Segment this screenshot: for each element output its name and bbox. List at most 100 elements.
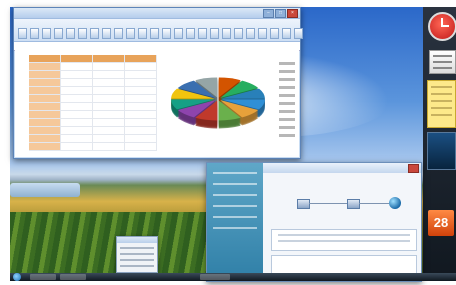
- tool-button[interactable]: [114, 28, 123, 39]
- tool-button[interactable]: [18, 28, 27, 39]
- tool-button[interactable]: [270, 28, 279, 39]
- minimize-button[interactable]: −: [263, 9, 274, 18]
- table-cell[interactable]: [125, 79, 157, 86]
- table-row: [29, 127, 157, 135]
- table-cell[interactable]: [29, 127, 61, 134]
- table-cell[interactable]: [61, 95, 93, 102]
- mini-window-gadget[interactable]: [429, 50, 456, 74]
- tool-button[interactable]: [138, 28, 147, 39]
- tool-button[interactable]: [78, 28, 87, 39]
- table-cell[interactable]: [125, 95, 157, 102]
- slideshow-gadget[interactable]: [427, 132, 456, 170]
- tool-button[interactable]: [30, 28, 39, 39]
- table-cell[interactable]: [29, 87, 61, 94]
- header-cell[interactable]: [93, 55, 125, 62]
- table-cell[interactable]: [93, 135, 125, 142]
- file-list-window[interactable]: [116, 236, 158, 273]
- table-cell[interactable]: [125, 87, 157, 94]
- task-link[interactable]: [213, 172, 257, 174]
- tool-button[interactable]: [162, 28, 171, 39]
- tool-button[interactable]: [42, 28, 51, 39]
- data-table[interactable]: [29, 55, 157, 151]
- tool-button[interactable]: [126, 28, 135, 39]
- task-link[interactable]: [213, 183, 257, 185]
- table-cell[interactable]: [125, 143, 157, 150]
- tool-button[interactable]: [198, 28, 207, 39]
- tool-button[interactable]: [258, 28, 267, 39]
- table-cell[interactable]: [93, 103, 125, 110]
- task-link[interactable]: [213, 216, 257, 218]
- tool-button[interactable]: [54, 28, 63, 39]
- table-cell[interactable]: [61, 103, 93, 110]
- table-cell[interactable]: [61, 143, 93, 150]
- maximize-button[interactable]: □: [275, 9, 286, 18]
- table-cell[interactable]: [93, 79, 125, 86]
- table-cell[interactable]: [29, 143, 61, 150]
- table-cell[interactable]: [29, 95, 61, 102]
- taskbar-button[interactable]: [30, 274, 56, 280]
- table-cell[interactable]: [61, 87, 93, 94]
- table-cell[interactable]: [29, 111, 61, 118]
- tool-button[interactable]: [66, 28, 75, 39]
- tool-button[interactable]: [222, 28, 231, 39]
- table-cell[interactable]: [61, 63, 93, 70]
- table-cell[interactable]: [29, 71, 61, 78]
- tool-button[interactable]: [282, 28, 291, 39]
- task-link[interactable]: [213, 194, 257, 196]
- table-cell[interactable]: [93, 127, 125, 134]
- tool-button[interactable]: [90, 28, 99, 39]
- table-cell[interactable]: [93, 87, 125, 94]
- table-cell[interactable]: [125, 63, 157, 70]
- tool-button[interactable]: [102, 28, 111, 39]
- tool-button[interactable]: [294, 28, 303, 39]
- calendar-gadget[interactable]: 28: [428, 210, 454, 236]
- table-cell[interactable]: [93, 71, 125, 78]
- table-cell[interactable]: [29, 63, 61, 70]
- table-cell[interactable]: [125, 127, 157, 134]
- table-cell[interactable]: [29, 79, 61, 86]
- taskbar-button[interactable]: [200, 274, 230, 280]
- start-button[interactable]: [13, 273, 21, 281]
- pie-chart[interactable]: [167, 73, 269, 131]
- tool-button[interactable]: [234, 28, 243, 39]
- close-button[interactable]: ×: [287, 9, 298, 18]
- table-cell[interactable]: [125, 111, 157, 118]
- table-cell[interactable]: [61, 111, 93, 118]
- tool-button[interactable]: [210, 28, 219, 39]
- table-cell[interactable]: [125, 103, 157, 110]
- task-link[interactable]: [213, 205, 257, 207]
- table-cell[interactable]: [61, 79, 93, 86]
- table-cell[interactable]: [93, 119, 125, 126]
- clock-gadget[interactable]: [428, 12, 456, 41]
- table-cell[interactable]: [29, 135, 61, 142]
- table-cell[interactable]: [125, 135, 157, 142]
- table-cell[interactable]: [29, 119, 61, 126]
- table-cell[interactable]: [93, 63, 125, 70]
- table-cell[interactable]: [93, 111, 125, 118]
- table-cell[interactable]: [125, 71, 157, 78]
- table-cell[interactable]: [125, 119, 157, 126]
- header-cell[interactable]: [29, 55, 61, 62]
- table-cell[interactable]: [29, 103, 61, 110]
- table-cell[interactable]: [93, 95, 125, 102]
- task-link[interactable]: [213, 227, 257, 229]
- table-cell[interactable]: [61, 135, 93, 142]
- tool-button[interactable]: [246, 28, 255, 39]
- tool-button[interactable]: [174, 28, 183, 39]
- table-cell[interactable]: [61, 71, 93, 78]
- tool-button[interactable]: [150, 28, 159, 39]
- worksheet[interactable]: [15, 50, 299, 157]
- table-cell[interactable]: [93, 143, 125, 150]
- close-button[interactable]: [408, 164, 419, 173]
- table-cell[interactable]: [61, 127, 93, 134]
- network-map: [287, 189, 417, 221]
- table-row: [29, 71, 157, 79]
- network-center-window[interactable]: [206, 162, 422, 282]
- header-cell[interactable]: [125, 55, 157, 62]
- notes-gadget[interactable]: [427, 80, 456, 128]
- spreadsheet-window[interactable]: − □ ×: [13, 7, 303, 159]
- tool-button[interactable]: [186, 28, 195, 39]
- table-cell[interactable]: [61, 119, 93, 126]
- taskbar-button[interactable]: [60, 274, 86, 280]
- header-cell[interactable]: [61, 55, 93, 62]
